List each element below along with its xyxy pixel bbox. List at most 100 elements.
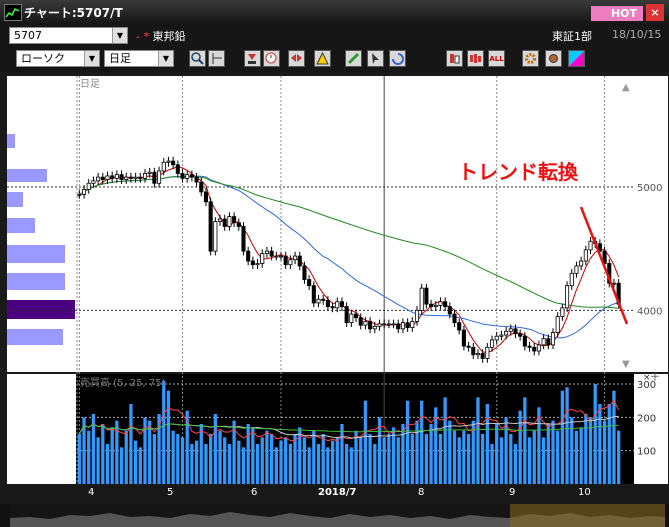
color-icon[interactable] [568,50,585,67]
volume-bar [204,444,208,484]
gear-icon[interactable] [522,50,539,67]
all-button[interactable]: ALL [488,50,505,67]
candle-body [438,301,443,306]
symbol-code-value: 5707 [14,29,42,42]
volume-bar [509,434,513,484]
volume-profile-bar [7,329,63,345]
candle-body [217,218,223,222]
candle-body [363,321,368,326]
compare-icon[interactable] [446,50,463,67]
volume-bar [223,437,227,484]
scroll-down-icon[interactable]: ▼ [622,359,630,370]
candle-body [138,176,143,179]
candle-body [124,176,129,180]
candle-body [353,313,359,319]
hot-label: HOT [610,7,637,20]
split-icon[interactable] [467,50,484,67]
volume-bar [452,430,457,484]
scroll-up-icon[interactable]: ▲ [622,82,630,93]
volume-bar [190,444,194,484]
volume-bar [476,397,480,484]
x-tick-label: 2018/7 [318,487,357,498]
chevron-down-icon[interactable]: ▼ [112,28,127,43]
candle-body [114,174,119,179]
volume-bar [424,434,429,484]
settings-icon[interactable] [545,50,562,67]
volume-bar [518,410,522,484]
volume-bar [330,440,335,484]
candle-body [536,344,541,352]
undo-icon[interactable] [389,50,406,67]
candle-body [133,176,138,179]
exchange-label: 東証1部 [552,30,592,43]
candle-body [480,353,485,359]
chart-type-select[interactable]: ローソク ▼ [16,50,100,67]
volume-profile-bar [7,300,75,319]
timeline-visible-range[interactable] [510,504,665,527]
candle-body [447,306,452,315]
price-chart[interactable]: 日足 5000 4000 売買高 (5, 25, 75) ×千 300 200 … [7,76,668,488]
volume-bar [443,397,447,484]
candle-body [429,303,434,308]
chart-panel[interactable]: 日足 5000 4000 売買高 (5, 25, 75) ×千 300 200 … [7,76,668,488]
chart-type-value: ローソク [21,52,65,65]
candle-body [180,173,185,179]
candle-body [358,317,363,326]
candle-body [152,171,157,184]
hot-button[interactable]: HOT [591,6,643,21]
crosshair-icon[interactable] [208,50,225,67]
date-label: 18/10/15 [612,28,662,41]
volume-bar [133,440,138,484]
volume-bar [405,400,410,484]
pencil-icon[interactable] [345,50,362,67]
warning-icon[interactable] [314,50,331,67]
x-tick-label: 6 [251,487,258,498]
candle-body [546,338,551,346]
volume-bar [105,444,110,484]
zoom-icon[interactable] [189,50,206,67]
candle-body [119,174,124,180]
candle-body [194,176,199,183]
volume-bar [429,424,433,484]
volume-bar [166,390,171,484]
volume-bar [617,430,621,484]
timeline-scrollbar[interactable] [0,504,669,527]
volume-bar [612,390,616,484]
chevron-down-icon[interactable]: ▼ [84,51,99,66]
chevron-down-icon[interactable]: ▼ [158,51,173,66]
candle-body [86,182,91,190]
x-tick-label: 9 [509,487,516,498]
volume-profile-bar [7,169,47,182]
move-icon[interactable] [288,50,305,67]
volume-profile-bar [7,192,23,207]
clock-icon[interactable] [263,50,280,67]
candle-body [335,301,340,309]
candle-body [288,259,293,266]
volume-bar [574,430,579,484]
candle-body [518,333,523,337]
volume-bar [335,437,339,484]
candle-body [264,250,269,254]
volume-bar [368,434,372,484]
symbol-code-combobox[interactable]: 5707 ▼ [9,27,128,44]
volume-bar [213,414,217,484]
candle-body [579,260,584,267]
candle-body [203,191,209,203]
candle-body [147,171,152,174]
volume-bar [209,434,213,484]
candle-body [513,328,518,335]
volume-bar [312,430,316,484]
close-button[interactable]: × [646,4,664,21]
timeline-overview[interactable] [10,504,665,527]
candle-body [368,321,373,330]
volume-bar [584,414,588,484]
cursor-icon[interactable] [367,50,384,67]
price-tick-label: 5000 [637,183,662,194]
volume-bar [87,430,91,484]
candle-body [452,313,457,324]
volume-bar [124,430,128,484]
dates-icon[interactable] [244,50,261,67]
candle-body [321,298,326,301]
period-select[interactable]: 日足 ▼ [104,50,174,67]
candle-body [316,298,321,304]
